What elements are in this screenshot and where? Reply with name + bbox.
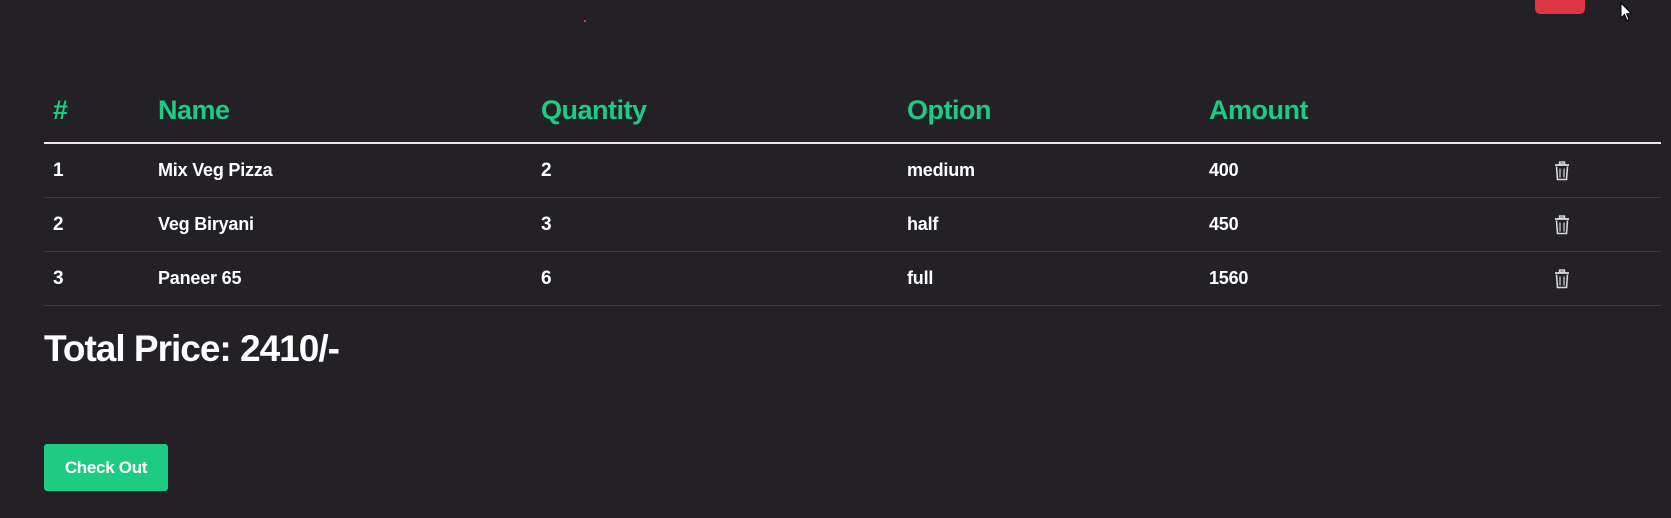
item-option: medium bbox=[898, 143, 1200, 198]
column-header-name: Name bbox=[149, 78, 532, 144]
row-index: 1 bbox=[44, 143, 149, 198]
row-index: 3 bbox=[44, 251, 149, 306]
column-header-amount: Amount bbox=[1200, 78, 1513, 144]
item-amount: 1560 bbox=[1200, 251, 1513, 306]
table-row: 2 Veg Biryani 3 half 450 bbox=[44, 197, 1661, 252]
trash-icon[interactable] bbox=[1554, 269, 1570, 289]
delete-cell bbox=[1513, 197, 1661, 252]
column-header-actions bbox=[1513, 78, 1661, 144]
item-option: full bbox=[898, 251, 1200, 306]
item-name: Mix Veg Pizza bbox=[149, 143, 532, 198]
column-header-index: # bbox=[44, 78, 149, 144]
item-quantity: 3 bbox=[532, 197, 898, 252]
row-index: 2 bbox=[44, 197, 149, 252]
delete-cell bbox=[1513, 251, 1661, 306]
item-quantity: 2 bbox=[532, 143, 898, 198]
trash-icon[interactable] bbox=[1554, 161, 1570, 181]
cart-table: # Name Quantity Option Amount 1 Mix Veg … bbox=[44, 78, 1661, 306]
item-name: Paneer 65 bbox=[149, 251, 532, 306]
table-row: 1 Mix Veg Pizza 2 medium 400 bbox=[44, 143, 1661, 198]
trash-icon[interactable] bbox=[1554, 215, 1570, 235]
checkout-button[interactable]: Check Out bbox=[44, 444, 168, 491]
total-price: Total Price: 2410/- bbox=[44, 328, 340, 369]
item-amount: 450 bbox=[1200, 197, 1513, 252]
table-header-row: # Name Quantity Option Amount bbox=[44, 78, 1661, 144]
red-dot bbox=[584, 20, 586, 22]
item-amount: 400 bbox=[1200, 143, 1513, 198]
column-header-quantity: Quantity bbox=[532, 78, 898, 144]
item-option: half bbox=[898, 197, 1200, 252]
table-row: 3 Paneer 65 6 full 1560 bbox=[44, 251, 1661, 306]
item-name: Veg Biryani bbox=[149, 197, 532, 252]
corner-red-button[interactable] bbox=[1535, 0, 1585, 14]
column-header-option: Option bbox=[898, 78, 1200, 144]
delete-cell bbox=[1513, 143, 1661, 198]
item-quantity: 6 bbox=[532, 251, 898, 306]
mouse-cursor-icon bbox=[1620, 2, 1633, 22]
